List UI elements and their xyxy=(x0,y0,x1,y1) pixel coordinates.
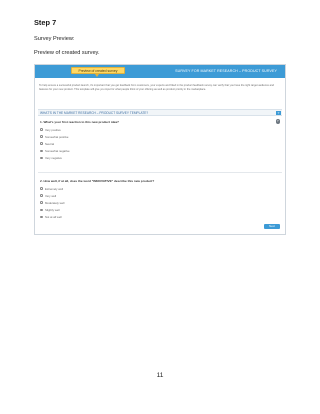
info-icon[interactable]: ? xyxy=(276,110,281,116)
question-1: 1. What's your first reaction to this ne… xyxy=(38,119,282,173)
radio-button-icon[interactable] xyxy=(40,142,43,146)
survey-intro-text: To help ensure a successful product laun… xyxy=(39,84,274,91)
preview-caption: Preview of created survey. xyxy=(34,50,100,56)
document-page: Step 7 Survey Preview: Preview of create… xyxy=(0,0,320,414)
option-not-at-all-well[interactable]: Not at all well xyxy=(40,213,64,220)
option-extremely-well[interactable]: Extremely well xyxy=(40,185,64,192)
radio-button-icon[interactable] xyxy=(40,135,43,138)
radio-button-icon[interactable] xyxy=(40,208,43,212)
option-label: Not at all well xyxy=(44,214,62,219)
option-very-well[interactable]: Very well xyxy=(40,192,64,199)
option-label: Very negative xyxy=(44,155,62,160)
option-very-positive[interactable]: Very positive xyxy=(40,126,70,133)
option-label: Neutral xyxy=(44,141,55,146)
option-label: Very well xyxy=(44,193,57,198)
preview-callout: Preview of created survey xyxy=(71,67,125,74)
option-label: Slightly well xyxy=(44,207,60,212)
help-icon[interactable]: ? xyxy=(275,119,280,124)
survey-header-bar: Preview of created survey SURVEY FOR MAR… xyxy=(35,65,285,78)
question-2: 2. How well, if at all, does the word "I… xyxy=(38,178,282,228)
step-heading: Step 7 xyxy=(34,18,57,27)
option-moderately-well[interactable]: Moderately well xyxy=(40,199,64,206)
question-1-text: 1. What's your first reaction to this ne… xyxy=(40,120,119,124)
radio-button-icon[interactable] xyxy=(40,128,43,131)
radio-button-icon[interactable] xyxy=(40,149,43,153)
radio-button-icon[interactable] xyxy=(40,194,43,197)
radio-button-icon[interactable] xyxy=(40,156,43,160)
option-label: Extremely well xyxy=(44,186,64,191)
radio-button-icon[interactable] xyxy=(40,201,43,205)
question-2-options: Extremely well Very well Moderately well… xyxy=(40,185,64,220)
option-somewhat-negative[interactable]: Somewhat negative xyxy=(40,147,70,154)
page-number: 11 xyxy=(156,372,164,379)
section-title: WHAT'S IN THE MARKET RESEARCH – PRODUCT … xyxy=(40,111,149,115)
question-2-text: 2. How well, if at all, does the word "I… xyxy=(40,179,155,183)
option-label: Moderately well xyxy=(44,200,65,205)
callout-pointer xyxy=(95,74,99,77)
option-very-negative[interactable]: Very negative xyxy=(40,154,70,161)
survey-section-bar: WHAT'S IN THE MARKET RESEARCH – PRODUCT … xyxy=(38,109,282,116)
option-neutral[interactable]: Neutral xyxy=(40,140,70,147)
radio-button-icon[interactable] xyxy=(40,187,43,190)
option-slightly-well[interactable]: Slightly well xyxy=(40,206,64,213)
option-somewhat-positive[interactable]: Somewhat positive xyxy=(40,133,70,140)
option-label: Very positive xyxy=(44,127,61,132)
survey-title: SURVEY FOR MARKET RESEARCH – PRODUCT SUR… xyxy=(175,69,277,73)
survey-screenshot: Preview of created survey SURVEY FOR MAR… xyxy=(34,64,286,235)
option-label: Somewhat negative xyxy=(44,148,70,153)
next-button[interactable]: Next xyxy=(264,224,280,229)
survey-preview-label: Survey Preview: xyxy=(34,36,75,42)
question-1-options: Very positive Somewhat positive Neutral … xyxy=(40,126,70,161)
option-label: Somewhat positive xyxy=(44,134,69,139)
radio-button-icon[interactable] xyxy=(40,215,43,219)
